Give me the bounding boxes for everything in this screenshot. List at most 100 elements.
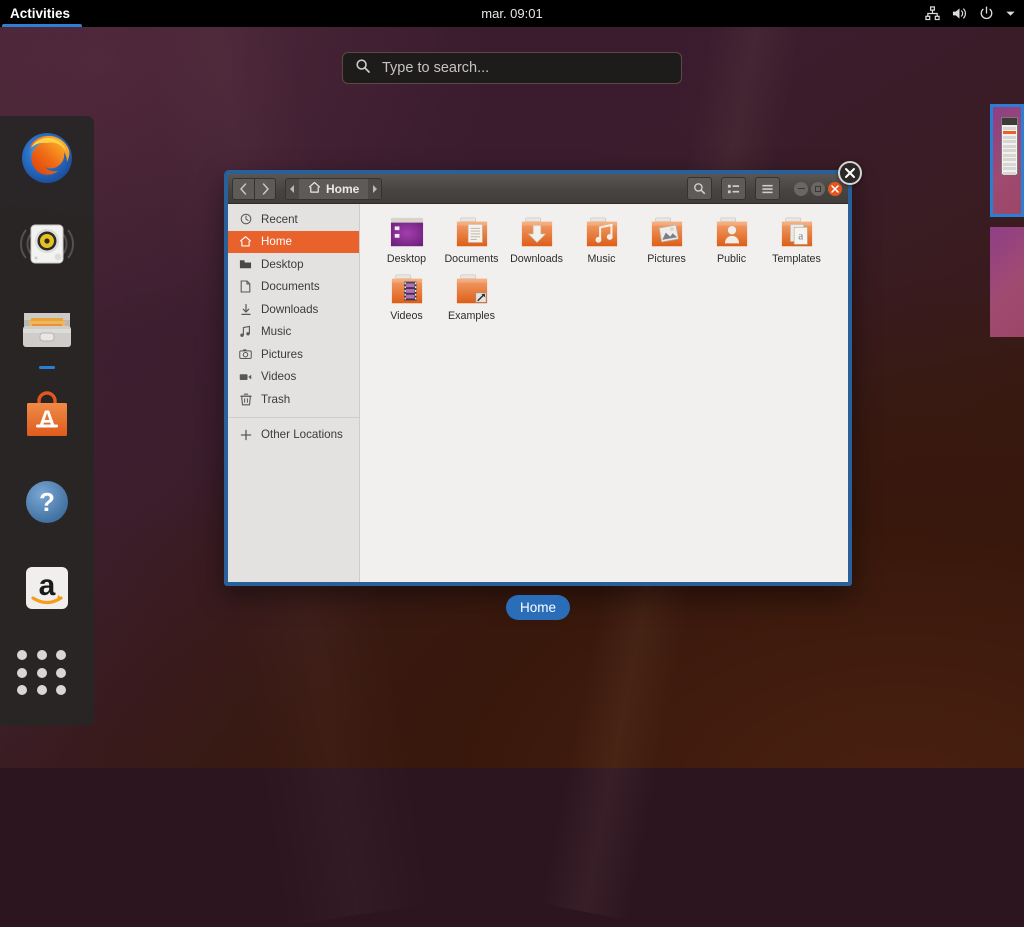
window-titlebar[interactable]: Home (228, 174, 848, 204)
sidebar-separator (228, 417, 359, 418)
window-controls (794, 182, 842, 196)
window-caption: Home (506, 595, 570, 620)
volume-icon[interactable] (951, 6, 968, 21)
back-button[interactable] (232, 178, 254, 200)
top-bar: Activities mar. 09:01 (0, 0, 1024, 27)
chevron-down-icon[interactable] (1005, 8, 1016, 19)
home-icon (239, 235, 252, 248)
folder-public-icon (713, 216, 751, 250)
sidebar-label: Music (261, 325, 291, 338)
power-icon[interactable] (979, 6, 994, 21)
workspace-switcher[interactable] (985, 104, 1024, 337)
workspace-thumbnail-1[interactable] (990, 104, 1024, 217)
close-icon[interactable] (828, 182, 842, 196)
file-item-templates[interactable]: a Templates (764, 214, 829, 265)
file-item-desktop[interactable]: Desktop (374, 214, 439, 265)
folder-downloads-icon (518, 216, 556, 250)
app-grid-icon[interactable] (17, 650, 69, 696)
desktop-folder-icon (239, 258, 252, 270)
sidebar-label: Documents (261, 280, 320, 293)
file-label: Desktop (387, 253, 426, 265)
navigation-buttons (232, 178, 276, 200)
sidebar-item-recent[interactable]: Recent (228, 208, 359, 231)
dock-item-firefox[interactable] (17, 128, 77, 188)
window-close-badge[interactable] (838, 161, 862, 185)
file-item-music[interactable]: Music (569, 214, 634, 265)
plus-icon (239, 429, 252, 441)
file-item-videos[interactable]: Videos (374, 271, 439, 322)
symlink-emblem (475, 293, 485, 302)
document-icon (239, 280, 252, 293)
sidebar-item-home[interactable]: Home (228, 231, 359, 254)
desktop-window-icon (388, 216, 426, 250)
search-input[interactable]: Type to search... (342, 52, 682, 84)
file-grid[interactable]: Desktop Documents (360, 204, 848, 582)
sidebar-item-music[interactable]: Music (228, 321, 359, 344)
trash-icon (239, 393, 252, 406)
clock[interactable]: mar. 09:01 (0, 6, 1024, 21)
places-sidebar[interactable]: Recent Home Desktop (228, 204, 360, 582)
file-item-documents[interactable]: Documents (439, 214, 504, 265)
file-label: Public (717, 253, 746, 265)
file-label: Pictures (647, 253, 686, 265)
breadcrumb-scroll-left[interactable] (286, 179, 299, 199)
dock-item-files[interactable] (17, 300, 77, 360)
sidebar-label: Trash (261, 393, 290, 406)
sidebar-label: Other Locations (261, 428, 343, 441)
files-icon (17, 300, 77, 360)
activities-button[interactable]: Activities (0, 0, 84, 27)
dock-item-help[interactable]: ? (17, 472, 77, 532)
sidebar-item-other-locations[interactable]: Other Locations (228, 424, 359, 447)
sidebar-label: Pictures (261, 348, 303, 361)
system-tray[interactable] (925, 0, 1016, 27)
home-icon (308, 181, 321, 197)
window-search-button[interactable] (687, 177, 712, 200)
workspace-window-preview (1001, 117, 1018, 175)
file-manager-window[interactable]: Home (224, 170, 852, 586)
file-item-public[interactable]: Public (699, 214, 764, 265)
dock-item-ubuntu-software[interactable]: A (17, 386, 77, 446)
file-item-downloads[interactable]: Downloads (504, 214, 569, 265)
minimize-icon[interactable] (794, 182, 808, 196)
file-label: Videos (390, 310, 423, 322)
workspace-thumbnail-2[interactable] (990, 227, 1024, 337)
amazon-icon: a (17, 558, 77, 618)
ubuntu-software-icon: A (17, 386, 77, 446)
sidebar-item-documents[interactable]: Documents (228, 276, 359, 299)
view-list-button[interactable] (721, 177, 746, 200)
video-icon (239, 372, 252, 382)
clock-label: mar. 09:01 (481, 6, 542, 21)
breadcrumb[interactable]: Home (285, 178, 382, 200)
hamburger-menu-button[interactable] (755, 177, 780, 200)
clock-icon (239, 213, 252, 225)
dock-item-amazon[interactable]: a (17, 558, 77, 618)
dock-item-rhythmbox[interactable] (17, 214, 77, 274)
sidebar-item-pictures[interactable]: Pictures (228, 343, 359, 366)
window-caption-label: Home (520, 600, 556, 615)
forward-button[interactable] (254, 178, 276, 200)
dock-item-show-applications[interactable] (17, 644, 77, 696)
breadcrumb-scroll-right[interactable] (368, 179, 381, 199)
sidebar-item-desktop[interactable]: Desktop (228, 253, 359, 276)
sidebar-label: Recent (261, 213, 298, 226)
file-label: Music (588, 253, 616, 265)
sidebar-item-videos[interactable]: Videos (228, 366, 359, 389)
svg-text:a: a (798, 231, 803, 243)
running-indicator (39, 366, 55, 369)
folder-templates-icon: a (778, 216, 816, 250)
folder-videos-icon (388, 273, 426, 307)
rhythmbox-icon (17, 214, 77, 274)
sidebar-item-downloads[interactable]: Downloads (228, 298, 359, 321)
sidebar-item-trash[interactable]: Trash (228, 388, 359, 411)
camera-icon (239, 348, 252, 360)
firefox-icon (17, 128, 77, 188)
dock: A ? a (0, 116, 94, 726)
breadcrumb-item-home[interactable]: Home (299, 179, 368, 199)
activities-label: Activities (10, 6, 70, 21)
network-icon[interactable] (925, 6, 940, 21)
svg-text:A: A (38, 406, 55, 433)
file-item-examples[interactable]: Examples (439, 271, 504, 322)
folder-documents-icon (453, 216, 491, 250)
maximize-icon[interactable] (811, 182, 825, 196)
file-item-pictures[interactable]: Pictures (634, 214, 699, 265)
